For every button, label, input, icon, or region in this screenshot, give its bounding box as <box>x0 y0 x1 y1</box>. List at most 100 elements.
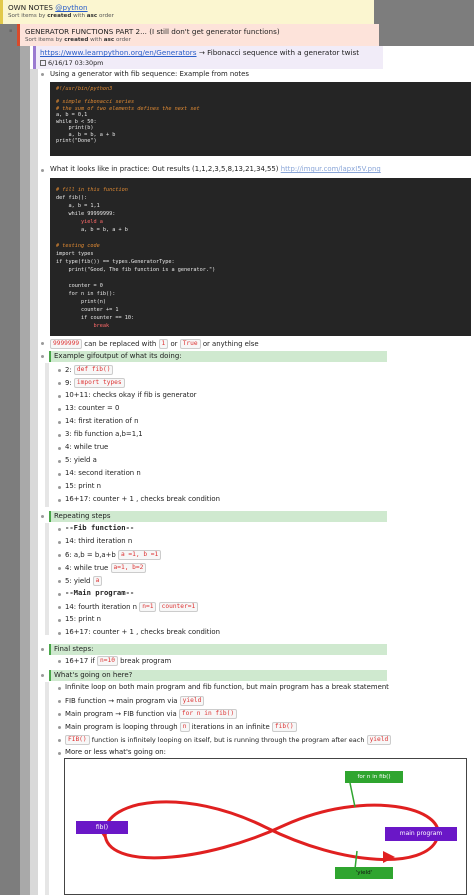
bullet[interactable] <box>58 567 61 570</box>
learnpython-link[interactable]: https://www.learnpython.org/en/Generator… <box>40 48 197 57</box>
bullet[interactable] <box>58 739 61 742</box>
bullet[interactable] <box>58 700 61 703</box>
collapse-icon[interactable]: ▪ <box>9 28 12 34</box>
bullet[interactable] <box>41 674 44 677</box>
sort-order[interactable]: asc <box>87 13 97 19</box>
bullet[interactable] <box>58 541 61 544</box>
code-line: print(n) <box>56 299 106 305</box>
bullet[interactable] <box>58 606 61 609</box>
bullet[interactable] <box>58 434 61 437</box>
text: iterations in an infinite <box>191 723 270 731</box>
list-item: 15: print n <box>65 615 102 623</box>
item-date: 6/16/17 03:30pm <box>48 59 104 67</box>
list-item: 2: def fib() <box>65 365 114 375</box>
list-item: 14: second iteration n <box>65 469 141 477</box>
bullet[interactable] <box>41 648 44 651</box>
list-item: 16+17: counter + 1 , checks break condit… <box>65 628 220 636</box>
bullet[interactable] <box>58 473 61 476</box>
code-line: print("Done") <box>56 138 97 144</box>
bullet[interactable] <box>58 593 61 596</box>
text: can be replaced with <box>84 340 157 348</box>
code-line: while b < 50: <box>56 118 97 125</box>
bullet[interactable] <box>41 342 44 345</box>
main-program-heading: --Main program-- <box>65 588 135 597</box>
code-snippet: import types <box>73 378 125 388</box>
root-sort-line[interactable]: Sort items by created with asc order <box>8 13 374 19</box>
root-node-header[interactable]: OWN NOTES @python Sort items by created … <box>0 0 374 24</box>
code-line: #!/usr/bin/python3 <box>56 86 113 92</box>
code-line: import types <box>56 251 94 257</box>
code-snippet: 9999999 <box>50 339 83 349</box>
item-node-header[interactable]: https://www.learnpython.org/en/Generator… <box>33 46 383 69</box>
looks-label: What it looks like in practice: Out resu… <box>50 165 279 173</box>
section-whats-going-on[interactable]: What's going on here? <box>49 670 387 681</box>
imgur-link[interactable]: http://imgur.com/lapxI5V.png <box>281 165 381 173</box>
code-snippet: n <box>179 722 190 732</box>
text: 5: yield <box>65 577 91 585</box>
bullet[interactable] <box>41 73 44 76</box>
sort-with: with <box>90 37 102 43</box>
bullet[interactable] <box>58 408 61 411</box>
text: or anything else <box>202 340 259 348</box>
bullet[interactable] <box>58 619 61 622</box>
arrow-icon: → <box>198 48 205 57</box>
section-final-steps[interactable]: Final steps: <box>49 644 387 655</box>
code-snippet: fib() <box>271 722 297 732</box>
bullet[interactable] <box>58 486 61 489</box>
outliner-page: OWN NOTES @python Sort items by created … <box>0 0 474 895</box>
list-item: Infinite loop on both main program and f… <box>65 683 389 691</box>
bullet[interactable] <box>58 660 61 663</box>
replace-text: 9999999 can be replaced with 1 or True o… <box>50 339 259 349</box>
bullet[interactable] <box>58 447 61 450</box>
list-item: 14: third iteration n <box>65 537 133 545</box>
bullet[interactable] <box>58 499 61 502</box>
sub-node-header[interactable]: GENERATOR FUNCTIONS PART 2... (I still d… <box>17 24 379 46</box>
bullet[interactable] <box>41 355 44 358</box>
code-snippet: FIB() <box>65 735 90 745</box>
bullet[interactable] <box>58 369 61 372</box>
loop-arrowhead <box>383 851 395 863</box>
bullet[interactable] <box>58 687 61 690</box>
section-example-gif[interactable]: Example gifoutput of what its doing: <box>49 351 387 362</box>
text: 6: a,b = b,a+b <box>65 551 116 559</box>
bullet[interactable] <box>41 515 44 518</box>
sub-sort-line[interactable]: Sort items by created with asc order <box>25 37 379 43</box>
bullet[interactable] <box>58 528 61 531</box>
bullet[interactable] <box>58 554 61 557</box>
fib-function-heading: --Fib function-- <box>65 523 135 532</box>
section-repeating-steps[interactable]: Repeating steps <box>49 511 387 522</box>
text: → FIB function via <box>115 710 177 718</box>
list-item: 6: a,b = b,a+b a =1, b =1 <box>65 550 162 560</box>
text: 4: while true <box>65 564 109 572</box>
sort-field[interactable]: created <box>64 37 88 43</box>
code-line: a, b = 1,1 <box>56 203 100 209</box>
bullet[interactable] <box>58 726 61 729</box>
text: → main program via <box>108 697 178 705</box>
bullet[interactable] <box>58 752 61 755</box>
list-item: 16+17: counter + 1 , checks break condit… <box>65 495 220 503</box>
list-item: 3: fib function a,b=1,1 <box>65 430 143 438</box>
bullet[interactable] <box>58 395 61 398</box>
list-item: 10+11: checks okay if fib is generator <box>65 391 197 399</box>
sort-end: order <box>115 37 131 43</box>
bullet[interactable] <box>58 580 61 583</box>
bullet[interactable] <box>58 632 61 635</box>
bullet[interactable] <box>41 169 44 172</box>
code-snippet: a <box>92 576 103 586</box>
sort-order[interactable]: asc <box>104 37 114 43</box>
section-rail <box>45 682 49 895</box>
bullet[interactable] <box>58 713 61 716</box>
code-snippet: n=1 <box>139 602 157 612</box>
list-item: Main program → FIB function via for n in… <box>65 709 238 719</box>
bullet[interactable] <box>58 421 61 424</box>
sort-field[interactable]: created <box>47 13 71 19</box>
code-line: # fill in this function <box>56 187 128 193</box>
list-item: 14: fourth iteration n n=1 counter=1 <box>65 602 199 612</box>
code-snippet: counter=1 <box>158 602 199 612</box>
item-description: Fibonacci sequence with a generator twis… <box>207 48 360 57</box>
bullet[interactable] <box>58 460 61 463</box>
section-rail <box>45 523 49 635</box>
code-snippet: a=1, b=2 <box>110 563 147 573</box>
bullet[interactable] <box>58 382 61 385</box>
root-tag-link[interactable]: @python <box>55 3 87 12</box>
